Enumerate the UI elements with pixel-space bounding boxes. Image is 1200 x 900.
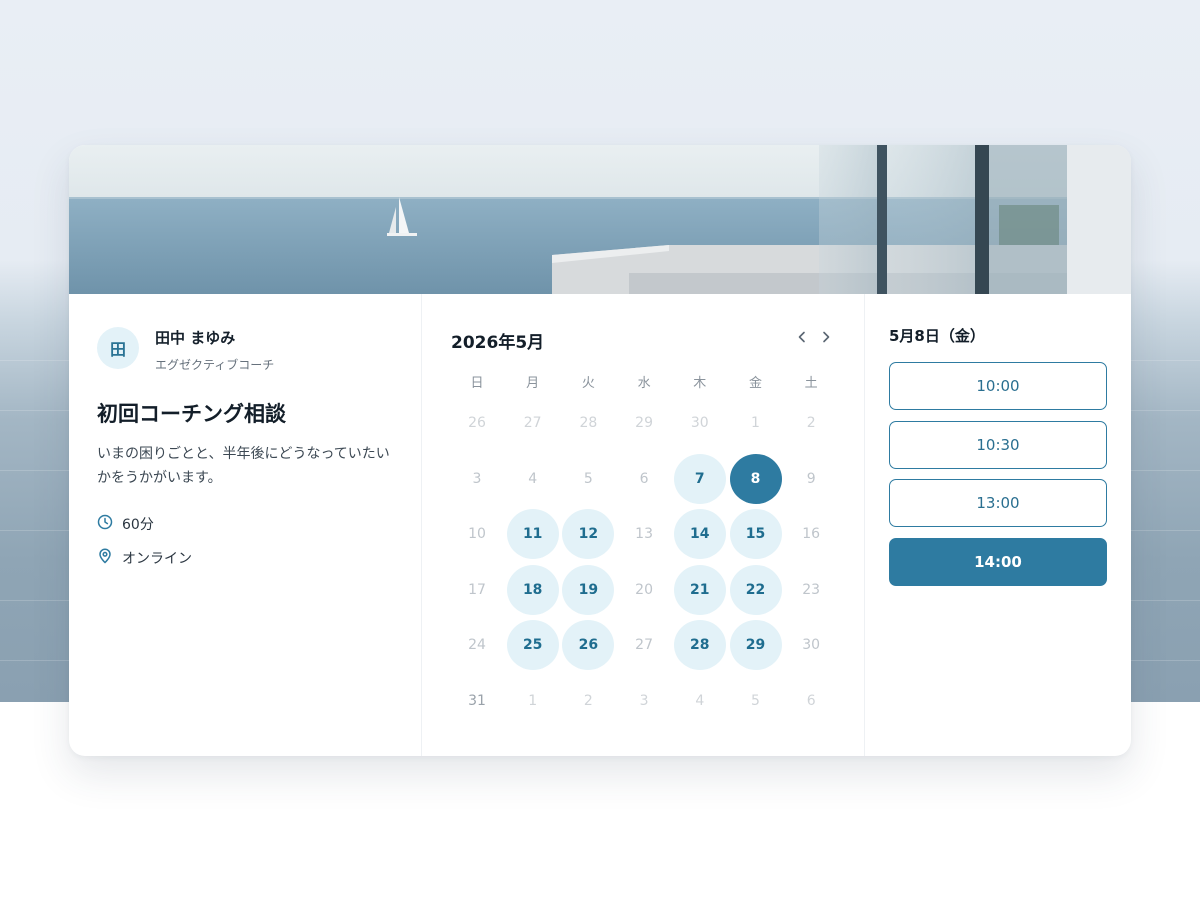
event-location: オンライン [97, 548, 192, 568]
calendar-panel: 2026年5月 日月火水木金土 26 27 28 29 30 1 2 3 4 5 6 7 8 9 10 11 1… [422, 294, 865, 756]
clock-icon [97, 514, 122, 534]
time-slot-panel: 5月8日（金） 10:00 10:30 13:00 14:00 [865, 294, 1131, 756]
calendar-day[interactable]: 14 [673, 509, 726, 560]
calendar-day: 1 [528, 693, 538, 709]
event-details-panel: 田 田中 まゆみ エグゼクティブコーチ 初回コーチング相談 いまの困りごとと、半… [69, 294, 422, 756]
calendar-day: 30 [802, 637, 821, 654]
calendar-day: 4 [528, 470, 538, 487]
chevron-left-icon [798, 331, 805, 343]
month-label: 2026年5月 [451, 333, 545, 353]
time-slot-selected[interactable]: 14:00 [889, 537, 1107, 586]
calendar-day[interactable]: 22 [729, 564, 782, 615]
duration-label: 60分 [122, 517, 154, 533]
calendar-day[interactable]: 19 [562, 564, 615, 615]
hero-image [69, 145, 1131, 294]
calendar-day[interactable]: 26 [562, 620, 615, 671]
map-pin-icon [97, 548, 122, 568]
calendar-day[interactable]: 29 [729, 620, 782, 671]
event-duration: 60分 [97, 514, 154, 534]
time-slot-button[interactable]: 13:00 [889, 479, 1107, 527]
location-label: オンライン [122, 551, 192, 567]
booking-card: 田 田中 まゆみ エグゼクティブコーチ 初回コーチング相談 いまの困りごとと、半… [69, 145, 1131, 756]
calendar-day[interactable]: 18 [506, 564, 559, 615]
calendar-day: 6 [639, 470, 649, 487]
calendar-day[interactable]: 28 [673, 620, 726, 671]
calendar-day: 5 [751, 693, 760, 709]
calendar-day: 27 [635, 637, 653, 654]
calendar-day: 28 [579, 415, 598, 431]
calendar-day: 9 [806, 470, 816, 487]
prev-month-button[interactable] [792, 327, 812, 347]
calendar-day: 10 [468, 526, 486, 543]
weekday-label: 月 [526, 376, 540, 391]
time-slot-button[interactable]: 10:00 [889, 362, 1107, 410]
calendar-day: 17 [468, 581, 486, 598]
calendar-day: 20 [635, 581, 653, 598]
calendar-day[interactable]: 12 [562, 509, 615, 560]
next-month-button[interactable] [816, 327, 836, 347]
calendar-day: 31 [468, 693, 486, 709]
host-title: エグゼクティブコーチ [155, 358, 275, 372]
time-slot-button[interactable]: 10:30 [889, 420, 1107, 469]
weekday-label: 水 [637, 376, 651, 391]
calendar-day: 29 [635, 415, 653, 431]
calendar-day: 24 [468, 637, 486, 654]
calendar-day: 2 [806, 415, 816, 431]
calendar-day: 4 [695, 693, 705, 709]
calendar-day[interactable]: 15 [729, 509, 782, 560]
calendar-day[interactable]: 7 [673, 453, 726, 504]
calendar-day-selected[interactable]: 8 [729, 453, 782, 504]
calendar-day: 6 [806, 693, 816, 709]
calendar-day: 3 [472, 470, 482, 487]
calendar-day: 1 [751, 415, 760, 431]
calendar-day: 3 [639, 693, 649, 709]
event-title: 初回コーチング相談 [97, 402, 286, 426]
calendar-day[interactable]: 25 [506, 620, 559, 671]
weekday-label: 木 [693, 376, 707, 391]
weekday-label: 金 [748, 376, 762, 391]
calendar-day: 16 [802, 526, 821, 543]
weekday-label: 火 [581, 376, 595, 391]
calendar-day[interactable]: 11 [506, 509, 559, 560]
calendar-day: 27 [523, 415, 542, 431]
event-description: いまの困りごとと、半年後にどうなっていたいかをうかがいます。 [97, 446, 390, 486]
calendar-day: 13 [635, 526, 653, 543]
calendar-day: 30 [690, 415, 709, 431]
calendar-day: 26 [468, 415, 486, 431]
weekday-label: 日 [470, 376, 484, 391]
selected-date-label: 5月8日（金） [889, 327, 985, 345]
host-avatar: 田 [97, 327, 139, 369]
weekday-label: 土 [804, 376, 818, 391]
calendar-day: 2 [583, 693, 593, 709]
host-name: 田中 まゆみ [155, 329, 236, 347]
calendar-day[interactable]: 21 [673, 564, 726, 615]
calendar-day: 23 [802, 581, 821, 598]
calendar-day: 5 [583, 470, 593, 487]
chevron-right-icon [823, 331, 830, 343]
